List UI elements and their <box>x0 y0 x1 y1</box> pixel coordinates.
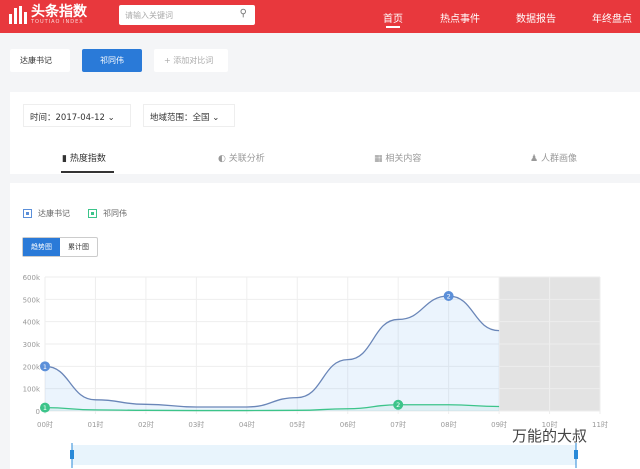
x-tick-label: 08时 <box>441 420 457 429</box>
trend-chart: 0 100k 200k 300k 400k 500k 600k 00时 01时 02时 03时 04时… <box>23 274 608 468</box>
x-tick-label: 00时 <box>37 420 53 429</box>
x-tick-label: 04时 <box>239 420 255 429</box>
watermark: 万能的大叔 <box>512 427 588 445</box>
marker-label: 1 <box>43 404 47 412</box>
x-tick-label: 05时 <box>289 420 305 429</box>
x-tick-label: 02时 <box>138 420 154 429</box>
y-tick-label: 600k <box>23 274 41 282</box>
y-tick-label: 0 <box>36 408 40 416</box>
x-tick-label: 03时 <box>188 420 204 429</box>
y-tick-label: 500k <box>23 296 41 304</box>
x-tick-label: 09时 <box>491 420 507 429</box>
zoom-handle-grip <box>574 450 578 459</box>
marker-label: 1 <box>43 363 47 371</box>
x-tick-label: 07时 <box>390 420 406 429</box>
zoom-handle-grip <box>70 450 74 459</box>
y-tick-label: 300k <box>23 341 41 349</box>
x-tick-label: 06时 <box>340 420 356 429</box>
zoom-slider-track <box>72 445 576 465</box>
marker-label: 2 <box>396 401 400 409</box>
x-tick-label: 11时 <box>592 420 608 429</box>
y-tick-label: 400k <box>23 319 41 327</box>
y-tick-label: 100k <box>23 386 41 394</box>
x-tick-label: 01时 <box>87 420 103 429</box>
series-area <box>45 295 500 411</box>
y-tick-label: 200k <box>23 363 41 371</box>
marker-label: 2 <box>447 292 451 300</box>
